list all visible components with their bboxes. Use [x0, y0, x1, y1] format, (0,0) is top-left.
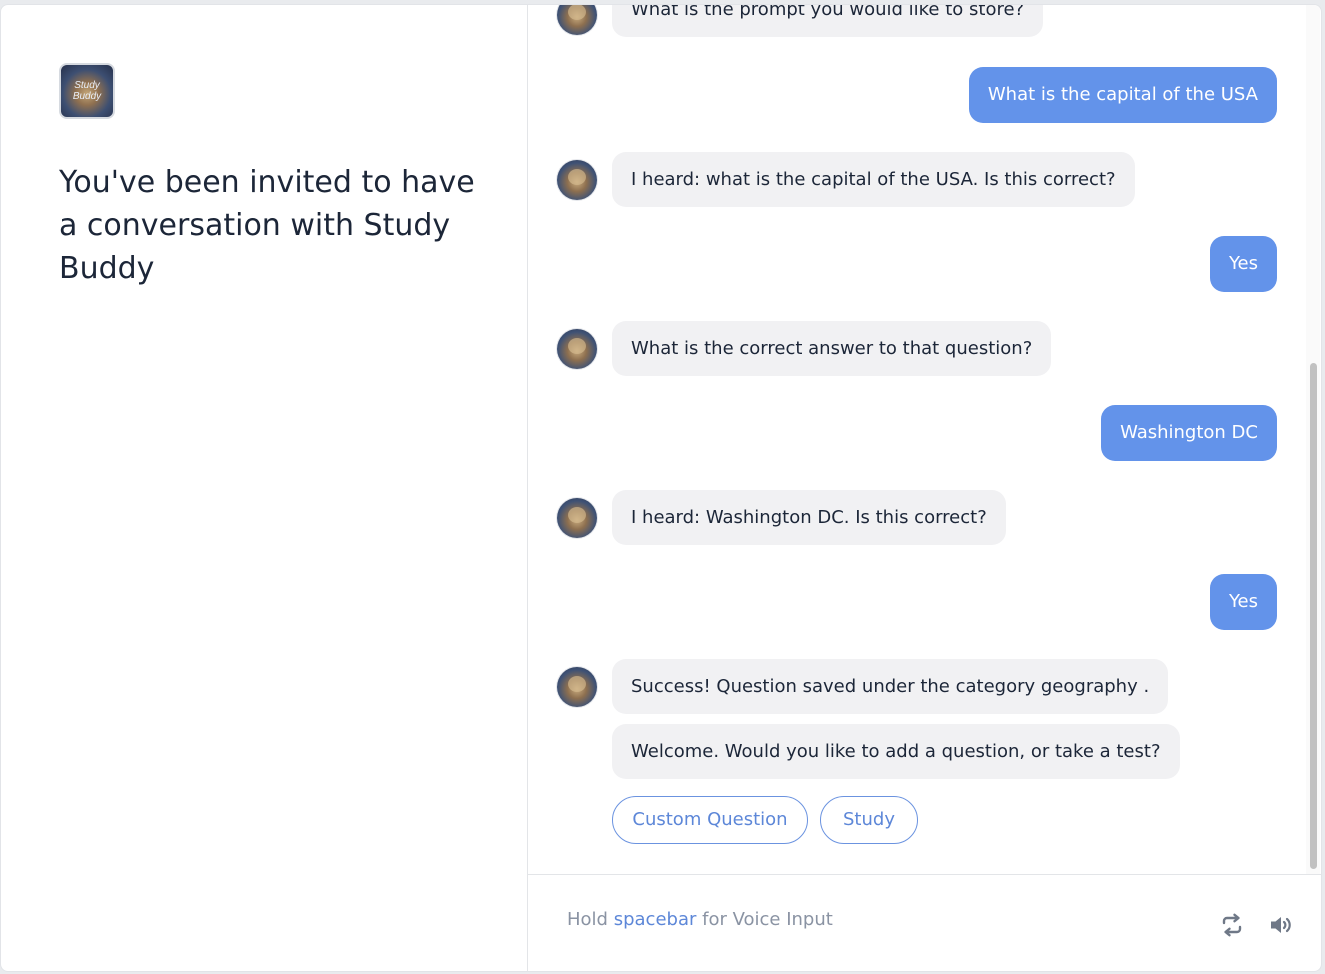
logo-text: Study Buddy	[72, 80, 102, 102]
study-button[interactable]: Study	[820, 796, 918, 844]
intro-panel: Study Buddy You've been invited to have …	[1, 5, 528, 971]
user-message: What is the capital of the USA	[968, 67, 1277, 123]
bot-message: What is the correct answer to that quest…	[612, 321, 1052, 376]
hint-prefix: Hold	[567, 909, 608, 930]
app-frame: Study Buddy You've been invited to have …	[0, 0, 1325, 974]
bot-avatar	[557, 160, 597, 200]
bot-message: I heard: what is the capital of the USA.…	[612, 152, 1135, 207]
voice-input-hint: Hold spacebar for Voice Input	[567, 909, 833, 930]
bot-logo: Study Buddy	[59, 63, 115, 119]
user-message: Yes	[1209, 236, 1277, 292]
custom-question-button[interactable]: Custom Question	[612, 796, 808, 844]
chat-transcript[interactable]: What is the prompt you would like to sto…	[528, 5, 1321, 874]
repeat-icon[interactable]	[1220, 913, 1246, 939]
voice-input-bar[interactable]: Hold spacebar for Voice Input	[528, 874, 1321, 971]
hint-suffix: for Voice Input	[702, 909, 833, 930]
bot-avatar	[557, 5, 597, 35]
user-message: Yes	[1209, 574, 1277, 630]
invite-text: You've been invited to have a conversati…	[59, 165, 475, 286]
bot-avatar	[557, 498, 597, 538]
bot-message: What is the prompt you would like to sto…	[612, 5, 1044, 37]
chat-card: Study Buddy You've been invited to have …	[0, 4, 1322, 972]
user-message: Washington DC	[1101, 405, 1277, 461]
hint-key: spacebar	[613, 909, 697, 930]
bot-message: I heard: Washington DC. Is this correct?	[612, 490, 1006, 545]
scrollbar-thumb[interactable]	[1310, 363, 1317, 869]
speaker-icon[interactable]	[1269, 913, 1295, 939]
bot-message: Success! Question saved under the catego…	[612, 659, 1169, 714]
bot-message: Welcome. Would you like to add a questio…	[612, 724, 1180, 779]
bot-avatar	[557, 667, 597, 707]
bot-avatar	[557, 329, 597, 369]
